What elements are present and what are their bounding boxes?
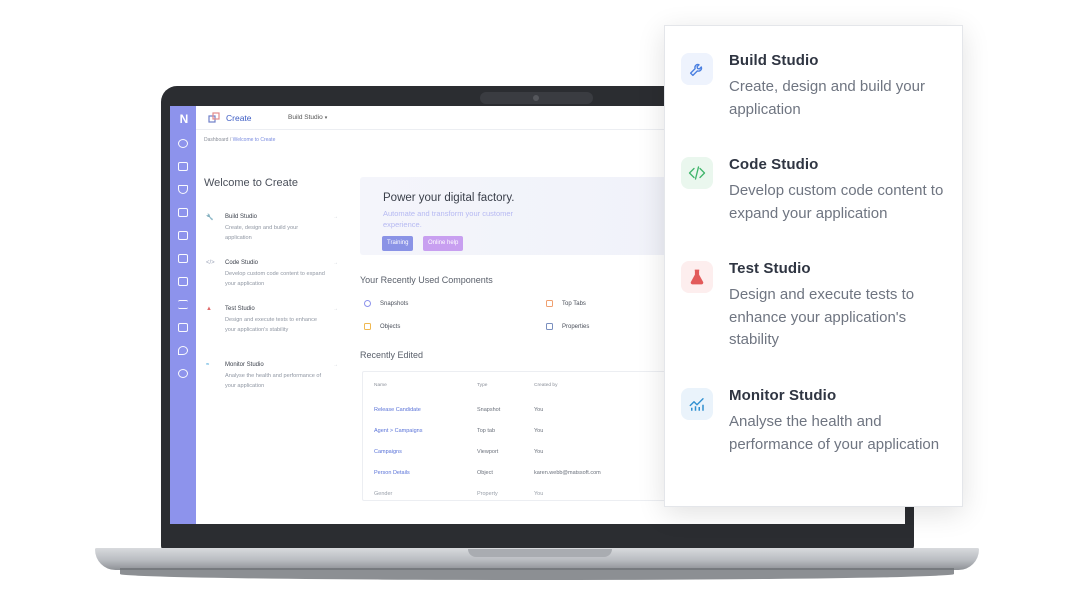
side-rail: N [170, 106, 196, 524]
table-cell-name[interactable]: Campaigns [374, 449, 402, 455]
location-icon[interactable] [178, 346, 188, 355]
brand-logo[interactable]: N [177, 112, 191, 126]
breadcrumb-separator: / [230, 137, 231, 143]
studio-description: Design and execute tests to enhance your… [729, 284, 949, 352]
table-cell-name[interactable]: Gender [374, 491, 392, 497]
studio-link-description: Develop custom code content to expand yo… [225, 270, 325, 289]
studio-link-title: Test Studio [225, 306, 255, 312]
breadcrumb-current: Welcome to Create [233, 137, 276, 143]
studio-description: Analyse the health and performance of yo… [729, 411, 949, 456]
database-icon[interactable] [178, 162, 188, 171]
studio-description: Create, design and build your applicatio… [729, 76, 949, 121]
laptop-base-notch [468, 549, 612, 557]
lock-icon[interactable] [178, 323, 188, 332]
recently-edited-title: Recently Edited [360, 350, 423, 360]
studio-link-title: Code Studio [225, 260, 258, 266]
wrench-icon: 🔧 [206, 214, 215, 221]
flask-icon: ▲ [206, 306, 215, 312]
studio-title: Code Studio [729, 156, 818, 173]
breadcrumb-root[interactable]: Dashboard [204, 137, 228, 143]
table-cell-type: Viewport [477, 449, 498, 455]
snapshot-icon [364, 300, 371, 307]
studio-title: Monitor Studio [729, 387, 836, 404]
laptop-base-shadow [120, 568, 954, 580]
camera-icon [533, 95, 539, 101]
studio-link-description: Create, design and build your applicatio… [225, 224, 325, 243]
chart-icon: ≈ [206, 362, 215, 368]
component-objects[interactable]: Objects [364, 323, 400, 330]
training-button[interactable]: Training [382, 236, 413, 251]
studio-link-title: Monitor Studio [225, 362, 264, 368]
studio-title: Build Studio [729, 52, 819, 69]
column-header-type[interactable]: Type [477, 383, 487, 388]
table-cell-name[interactable]: Agent > Campaigns [374, 428, 422, 434]
arrow-right-icon: → [333, 260, 338, 266]
recent-components-title: Your Recently Used Components [360, 275, 493, 285]
table-cell-type: Top tab [477, 428, 495, 434]
create-logo-icon [208, 112, 220, 124]
component-top-tabs[interactable]: Top Tabs [546, 300, 586, 307]
top-tabs-icon [546, 300, 553, 307]
hero-title: Power your digital factory. [383, 192, 514, 204]
component-label: Snapshots [380, 301, 408, 307]
message-icon[interactable] [178, 231, 188, 240]
arrow-right-icon: → [333, 306, 338, 312]
table-cell-type: Property [477, 491, 498, 497]
table-cell-created-by: You [534, 428, 543, 434]
arrow-right-icon: → [333, 214, 338, 220]
studio-link-title: Build Studio [225, 214, 257, 220]
component-label: Top Tabs [562, 301, 586, 307]
table-cell-name[interactable]: Release Candidate [374, 407, 421, 413]
table-cell-created-by: karen.webb@matssoft.com [534, 470, 601, 476]
chart-icon [681, 388, 713, 420]
table-cell-created-by: You [534, 491, 543, 497]
component-label: Objects [380, 324, 400, 330]
monitor-icon[interactable] [178, 208, 188, 217]
studio-popover: Build Studio Create, design and build yo… [664, 25, 963, 507]
transfer-icon[interactable] [178, 300, 188, 309]
breadcrumb: Dashboard / Welcome to Create [204, 137, 275, 143]
image-icon[interactable] [178, 254, 188, 263]
code-icon: </> [206, 260, 215, 266]
flask-icon [681, 261, 713, 293]
settings-icon[interactable] [178, 369, 188, 378]
component-label: Properties [562, 324, 589, 330]
chevron-down-icon: ▾ [325, 115, 328, 121]
studio-title: Test Studio [729, 260, 811, 277]
studio-link-description: Design and execute tests to enhance your… [225, 316, 325, 335]
studio-description: Develop custom code content to expand yo… [729, 180, 949, 225]
code-icon [681, 157, 713, 189]
component-properties[interactable]: Properties [546, 323, 589, 330]
column-header-created-by[interactable]: Created by [534, 383, 557, 388]
table-cell-type: Object [477, 470, 493, 476]
page-title: Welcome to Create [204, 177, 298, 189]
studio-switcher-label: Build Studio [288, 114, 323, 121]
dashboard-icon[interactable] [178, 139, 188, 148]
wrench-icon [681, 53, 713, 85]
component-snapshots[interactable]: Snapshots [364, 300, 408, 307]
column-header-name[interactable]: Name [374, 383, 387, 388]
table-cell-type: Snapshot [477, 407, 500, 413]
online-help-button[interactable]: Online help [423, 236, 463, 251]
table-cell-created-by: You [534, 407, 543, 413]
app-name[interactable]: Create [226, 113, 252, 123]
flow-icon[interactable] [178, 185, 188, 194]
table-cell-name[interactable]: Person Details [374, 470, 410, 476]
objects-icon [364, 323, 371, 330]
table-cell-created-by: You [534, 449, 543, 455]
properties-icon [546, 323, 553, 330]
studio-switcher[interactable]: Build Studio▾ [288, 114, 327, 121]
arrow-right-icon: → [333, 362, 338, 368]
book-icon[interactable] [178, 277, 188, 286]
hero-subtitle: Automate and transform your customer exp… [383, 209, 533, 230]
studio-link-description: Analyse the health and performance of yo… [225, 372, 325, 391]
